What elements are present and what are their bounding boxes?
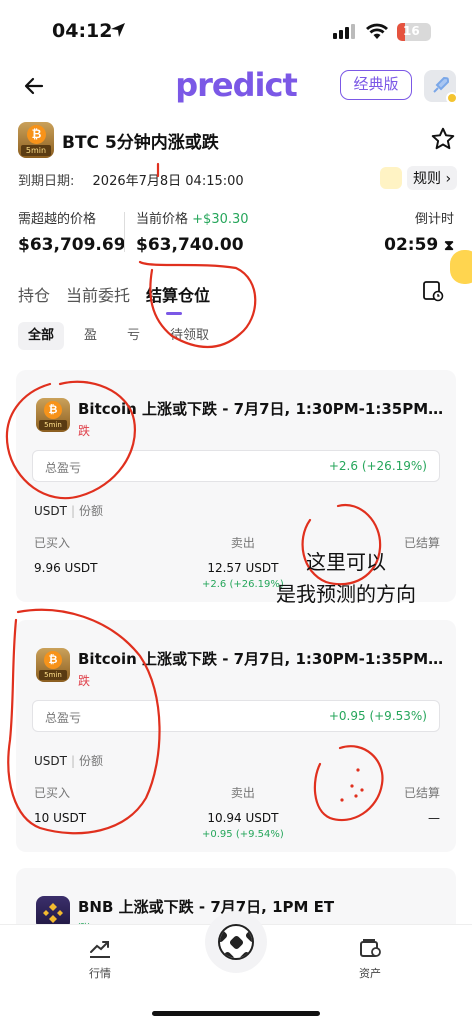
expiry-row: 到期日期: 2026年7月8日 04:15:00	[18, 170, 244, 189]
filter-pending-claim[interactable]: 待领取	[160, 322, 219, 350]
star-icon[interactable]	[430, 126, 456, 152]
unit-toggle[interactable]: USDT | 份额	[34, 752, 103, 769]
unit-usdt[interactable]: USDT	[34, 754, 67, 768]
pnl-value: +2.6 (+26.19%)	[328, 459, 427, 473]
history-icon[interactable]	[422, 280, 444, 302]
home-indicator	[152, 1011, 320, 1016]
target-price-label: 需超越的价格	[18, 212, 97, 227]
location-arrow-icon	[111, 23, 125, 37]
classic-mode-button[interactable]: 经典版	[340, 70, 412, 100]
tab-market-label: 行情	[89, 967, 111, 980]
annotation-line-2: 是我预测的方向	[276, 582, 416, 606]
rules-label: 规则	[413, 171, 441, 187]
settled-value: —	[428, 811, 440, 825]
filter-profit[interactable]: 盈	[74, 322, 107, 350]
floating-helper-icon[interactable]	[450, 250, 472, 284]
expiry-label: 到期日期:	[18, 174, 75, 189]
settled-label: 已结算	[403, 786, 440, 800]
unit-shares[interactable]: 份额	[79, 754, 103, 768]
chart-trend-icon	[90, 941, 110, 958]
sold-label: 卖出	[230, 536, 255, 550]
bought-value: 9.96 USDT	[34, 561, 98, 575]
tab-settled-positions[interactable]: 结算仓位	[146, 282, 210, 306]
tab-open-orders[interactable]: 当前委托	[66, 282, 130, 306]
filter-loss[interactable]: 亏	[117, 322, 150, 350]
rules-icon	[380, 167, 402, 189]
card-side: 跌	[78, 424, 91, 438]
position-tabs: 持仓 当前委托 结算仓位	[18, 280, 458, 318]
battery-level: 16	[403, 24, 420, 38]
card-title: Bitcoin 上涨或下跌 - 7月7日, 1:30PM-1:35PM ET	[78, 400, 448, 418]
sold-label: 卖出	[230, 786, 255, 800]
countdown-value: 02:59	[384, 235, 439, 255]
pnl-label: 总盈亏	[45, 461, 82, 475]
target-price: 需超越的价格 $63,709.69	[18, 208, 126, 255]
countdown: 倒计时 02:59 ⧗	[384, 208, 454, 255]
pnl-label: 总盈亏	[45, 711, 82, 725]
card-title: Bitcoin 上涨或下跌 - 7月7日, 1:30PM-1:35PM ET	[78, 650, 448, 668]
status-bar: 04:12 16	[0, 0, 472, 62]
card-icon-tag: 5min	[39, 670, 67, 680]
countdown-label: 倒计时	[414, 212, 454, 227]
unit-shares[interactable]: 份额	[79, 504, 103, 518]
market-title: BTC 5分钟内涨或跌	[62, 133, 219, 153]
bought-label: 已买入	[34, 786, 71, 800]
tab-assets[interactable]: 资产	[340, 937, 400, 981]
predict-center-button[interactable]	[205, 911, 267, 973]
hourglass-icon: ⧗	[444, 238, 454, 254]
tab-holdings[interactable]: 持仓	[18, 282, 50, 306]
settled-label: 已结算	[403, 536, 440, 550]
expiry-value: 2026年7月8日 04:15:00	[92, 174, 244, 189]
wallet-icon	[360, 939, 381, 957]
market-header: ₿ 5min BTC 5分钟内涨或跌	[18, 122, 458, 158]
position-card[interactable]: ₿ 5min Bitcoin 上涨或下跌 - 7月7日, 1:30PM-1:35P…	[16, 370, 456, 602]
btc-market-icon: ₿ 5min	[18, 122, 54, 158]
rules-button[interactable]: 规则 ›	[380, 166, 458, 190]
btc-market-icon: ₿ 5min	[36, 648, 70, 682]
pnl-box: 总盈亏 +0.95 (+9.53%)	[32, 700, 440, 732]
card-title: BNB 上涨或下跌 - 7月7日, 1PM ET	[78, 898, 335, 916]
unit-toggle[interactable]: USDT | 份额	[34, 502, 103, 519]
sold-sub: +0.95 (+9.54%)	[202, 829, 284, 840]
avatar[interactable]	[424, 70, 458, 104]
sold-value: 12.57 USDT	[207, 561, 279, 575]
top-nav: predict 经典版	[0, 66, 472, 106]
current-price-label: 当前价格	[136, 212, 189, 227]
status-time: 04:12	[52, 20, 113, 42]
filter-all[interactable]: 全部	[18, 322, 65, 350]
btc-market-icon: ₿ 5min	[36, 398, 70, 432]
tab-assets-label: 资产	[359, 967, 381, 980]
current-price-delta: +$30.30	[192, 212, 249, 227]
card-icon-tag: 5min	[39, 420, 67, 430]
battery-icon: 16	[397, 23, 431, 41]
pnl-box: 总盈亏 +2.6 (+26.19%)	[32, 450, 440, 482]
bottom-tab-bar: 行情 资产	[0, 911, 472, 1024]
bought-label: 已买入	[34, 536, 71, 550]
current-price-value: $63,740.00	[136, 235, 244, 255]
current-price: 当前价格 +$30.30 $63,740.00	[136, 208, 249, 255]
active-tab-indicator	[166, 312, 182, 315]
unit-usdt[interactable]: USDT	[34, 504, 67, 518]
sold-sub: +2.6 (+26.19%)	[202, 579, 284, 590]
signal-icon	[333, 24, 355, 39]
pnl-value: +0.95 (+9.53%)	[328, 709, 427, 723]
sold-value: 10.94 USDT	[207, 811, 279, 825]
trade-stats: 已买入 10 USDT 卖出 10.94 USDT +0.95 (+9.54%) 已结…	[34, 784, 440, 844]
soccer-ball-icon	[218, 924, 254, 960]
bought-value: 10 USDT	[34, 811, 87, 825]
wifi-icon	[366, 23, 388, 39]
price-block: 需超越的价格 $63,709.69 当前价格 +$30.30 $63,740.0…	[18, 208, 458, 258]
target-price-value: $63,709.69	[18, 235, 126, 255]
position-card[interactable]: ₿ 5min Bitcoin 上涨或下跌 - 7月7日, 1:30PM-1:35P…	[16, 620, 456, 852]
annotation-line-1: 这里可以	[306, 550, 386, 574]
card-side: 跌	[78, 674, 91, 688]
tab-market[interactable]: 行情	[70, 937, 130, 981]
result-filters: 全部 盈 亏 待领取	[18, 322, 219, 350]
market-icon-tag: 5min	[21, 145, 51, 156]
